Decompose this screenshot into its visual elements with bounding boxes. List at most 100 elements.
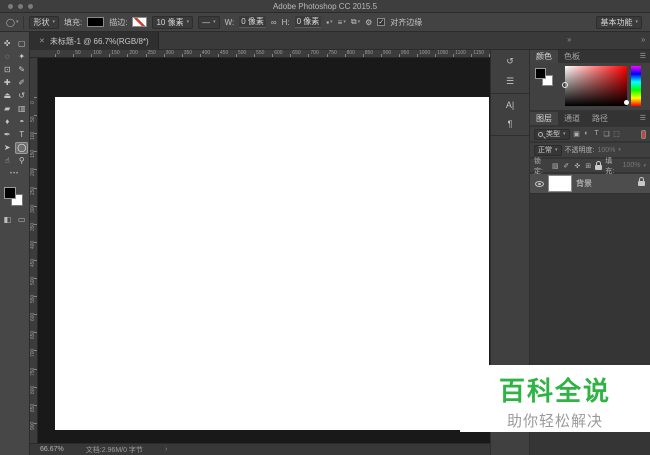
crop-tool[interactable]: ⊡ [1, 64, 14, 76]
canvas-pasteboard[interactable] [38, 58, 490, 443]
document-tab[interactable]: ✕ 未标题-1 @ 66.7%(RGB/8*) [30, 32, 159, 50]
layer-filter-select[interactable]: 类型 ▾ [534, 129, 570, 140]
caret-down-icon: ▾ [330, 19, 333, 25]
hand-tool[interactable]: ☝ [1, 155, 14, 167]
filter-adjustment-layers-icon[interactable]: ◐ [583, 130, 591, 138]
document-size-info: 文档:2.96M/0 字节 [86, 445, 143, 455]
close-tab-icon[interactable]: ✕ [39, 37, 45, 45]
filter-shape-layers-icon[interactable]: ❏ [603, 130, 611, 138]
filter-smart-objects-icon[interactable]: ⬚ [613, 130, 621, 138]
paragraph-panel-icon[interactable]: ¶ [508, 119, 513, 129]
panel-color-swatch-widget[interactable] [535, 68, 556, 89]
photoshop-window: Adobe Photoshop CC 2015.5 ◯ ▾ 形状 ▾ 填充: 描… [0, 0, 650, 455]
screen-mode-button[interactable]: ▭ [18, 215, 26, 224]
edit-toolbar-button[interactable]: ••• [0, 168, 29, 180]
watermark-subtitle: 助你轻松解决 [460, 410, 650, 431]
blur-tool[interactable]: ♦ [1, 116, 14, 128]
hue-slider-marker[interactable] [624, 100, 629, 105]
document-tab-title: 未标题-1 @ 66.7%(RGB/8*) [50, 36, 149, 47]
stroke-width-select[interactable]: 10 像素 ▾ [152, 16, 193, 29]
lock-position-icon[interactable]: ✜ [573, 162, 581, 170]
collapse-dock-chevron-icon[interactable]: » [567, 35, 571, 44]
path-alignment-button[interactable]: ≡ ▾ [338, 18, 346, 27]
line-style-icon: — [202, 18, 210, 27]
lock-all-icon[interactable] [595, 165, 602, 170]
color-picker-cursor[interactable] [562, 82, 568, 88]
properties-panel-icon[interactable]: ☰ [506, 76, 514, 87]
move-tool[interactable]: ✜ [1, 38, 14, 50]
caret-down-icon: ▾ [563, 131, 566, 137]
watermark-title: 百科全说 [460, 371, 650, 408]
lock-paint-icon[interactable]: ✐ [562, 162, 570, 170]
eyedropper-tool[interactable]: ✎ [15, 64, 28, 76]
lock-transparency-icon[interactable]: ▨ [551, 162, 559, 170]
tab-颜色[interactable]: 颜色 [530, 50, 558, 63]
path-operations-button[interactable]: ▪ ▾ [326, 18, 332, 27]
align-edges-checkbox[interactable]: ✓ [377, 18, 385, 26]
dodge-tool[interactable]: ◓ [15, 116, 28, 128]
document-canvas[interactable] [55, 97, 489, 430]
caret-down-icon: ▾ [187, 19, 190, 25]
lock-row: 锁定: ▨✐✜⊞ 填充: 100% ▾ [530, 159, 650, 172]
fill-opacity-value[interactable]: 100% [623, 162, 641, 169]
clone-stamp-tool[interactable]: ⏏ [1, 90, 14, 102]
stroke-type-select[interactable]: — ▾ [198, 16, 220, 29]
foreground-color-swatch[interactable] [535, 68, 546, 79]
lasso-tool[interactable]: ◌ [1, 51, 14, 63]
quick-selection-tool[interactable]: ✦ [15, 51, 28, 63]
healing-brush-tool[interactable]: ✚ [1, 77, 14, 89]
history-panel-icon[interactable]: ↺ [506, 56, 514, 67]
character-panel-icon[interactable]: A| [506, 100, 514, 110]
shape-settings-button[interactable]: ⚙ [365, 18, 372, 27]
history-brush-tool[interactable]: ↺ [15, 90, 28, 102]
gear-icon: ⚙ [365, 18, 372, 27]
gradient-tool[interactable]: ▥ [15, 103, 28, 115]
layer-row[interactable]: 背景 [530, 174, 650, 194]
hue-slider[interactable] [631, 66, 641, 106]
filter-type-layers-icon[interactable]: T [593, 130, 601, 138]
quick-mask-button[interactable]: ◧ [3, 215, 11, 224]
opacity-value[interactable]: 100% [597, 147, 615, 154]
blend-mode-select[interactable]: 正常 ▾ [534, 145, 562, 156]
color-panel-tabs: 颜色色板 ☰ [530, 50, 650, 63]
zoom-tool[interactable]: ⚲ [15, 155, 28, 167]
layer-thumbnail[interactable] [549, 176, 571, 191]
height-label: H: [282, 18, 290, 27]
tool-mode-value: 形状 [33, 17, 49, 28]
shape-width-field[interactable]: 0 像素 [239, 16, 266, 28]
brush-tool[interactable]: ✐ [15, 77, 28, 89]
caret-down-icon: ▾ [555, 147, 558, 153]
stroke-color-swatch[interactable] [132, 17, 147, 27]
zoom-level-field[interactable]: 66.67% [40, 446, 64, 453]
path-operations-icon: ▪ [326, 18, 329, 27]
collapse-panels-chevron-icon[interactable]: » [641, 35, 645, 44]
path-selection-tool[interactable]: ➤ [1, 142, 14, 154]
tab-通道[interactable]: 通道 [558, 112, 586, 125]
layer-visibility-eye-icon[interactable] [535, 181, 544, 187]
eraser-tool[interactable]: ▰ [1, 103, 14, 115]
tool-preset-dropdown[interactable]: ◯ ▾ [6, 18, 18, 27]
link-dimensions-icon[interactable]: ∞ [271, 18, 277, 27]
shape-height-field[interactable]: 0 像素 [295, 16, 322, 28]
tool-mode-select[interactable]: 形状 ▾ [29, 16, 59, 29]
panel-menu-icon[interactable]: ☰ [640, 112, 650, 125]
tab-色板[interactable]: 色板 [558, 50, 586, 63]
workspace-value: 基本功能 [600, 17, 632, 28]
path-arrangement-button[interactable]: ⧉ ▾ [351, 17, 360, 27]
saturation-brightness-picker[interactable] [565, 66, 627, 106]
layer-filter-toggle[interactable] [641, 130, 646, 139]
panel-menu-icon[interactable]: ☰ [640, 50, 650, 63]
workspace-select[interactable]: 基本功能 ▾ [596, 16, 642, 29]
type-tool[interactable]: T [15, 129, 28, 141]
tab-图层[interactable]: 图层 [530, 112, 558, 125]
foreground-color-swatch[interactable] [4, 187, 16, 199]
ellipse-tool[interactable]: ◯ [15, 142, 28, 154]
pen-tool[interactable]: ✒ [1, 129, 14, 141]
tab-路径[interactable]: 路径 [586, 112, 614, 125]
fill-color-swatch[interactable] [87, 17, 104, 27]
lock-artboard-icon[interactable]: ⊞ [584, 162, 592, 170]
marquee-tool[interactable]: ▢ [15, 38, 28, 50]
status-options-chevron-icon[interactable]: › [165, 446, 167, 453]
color-swatch-widget[interactable] [4, 187, 25, 208]
filter-pixel-layers-icon[interactable]: ▣ [573, 130, 581, 138]
